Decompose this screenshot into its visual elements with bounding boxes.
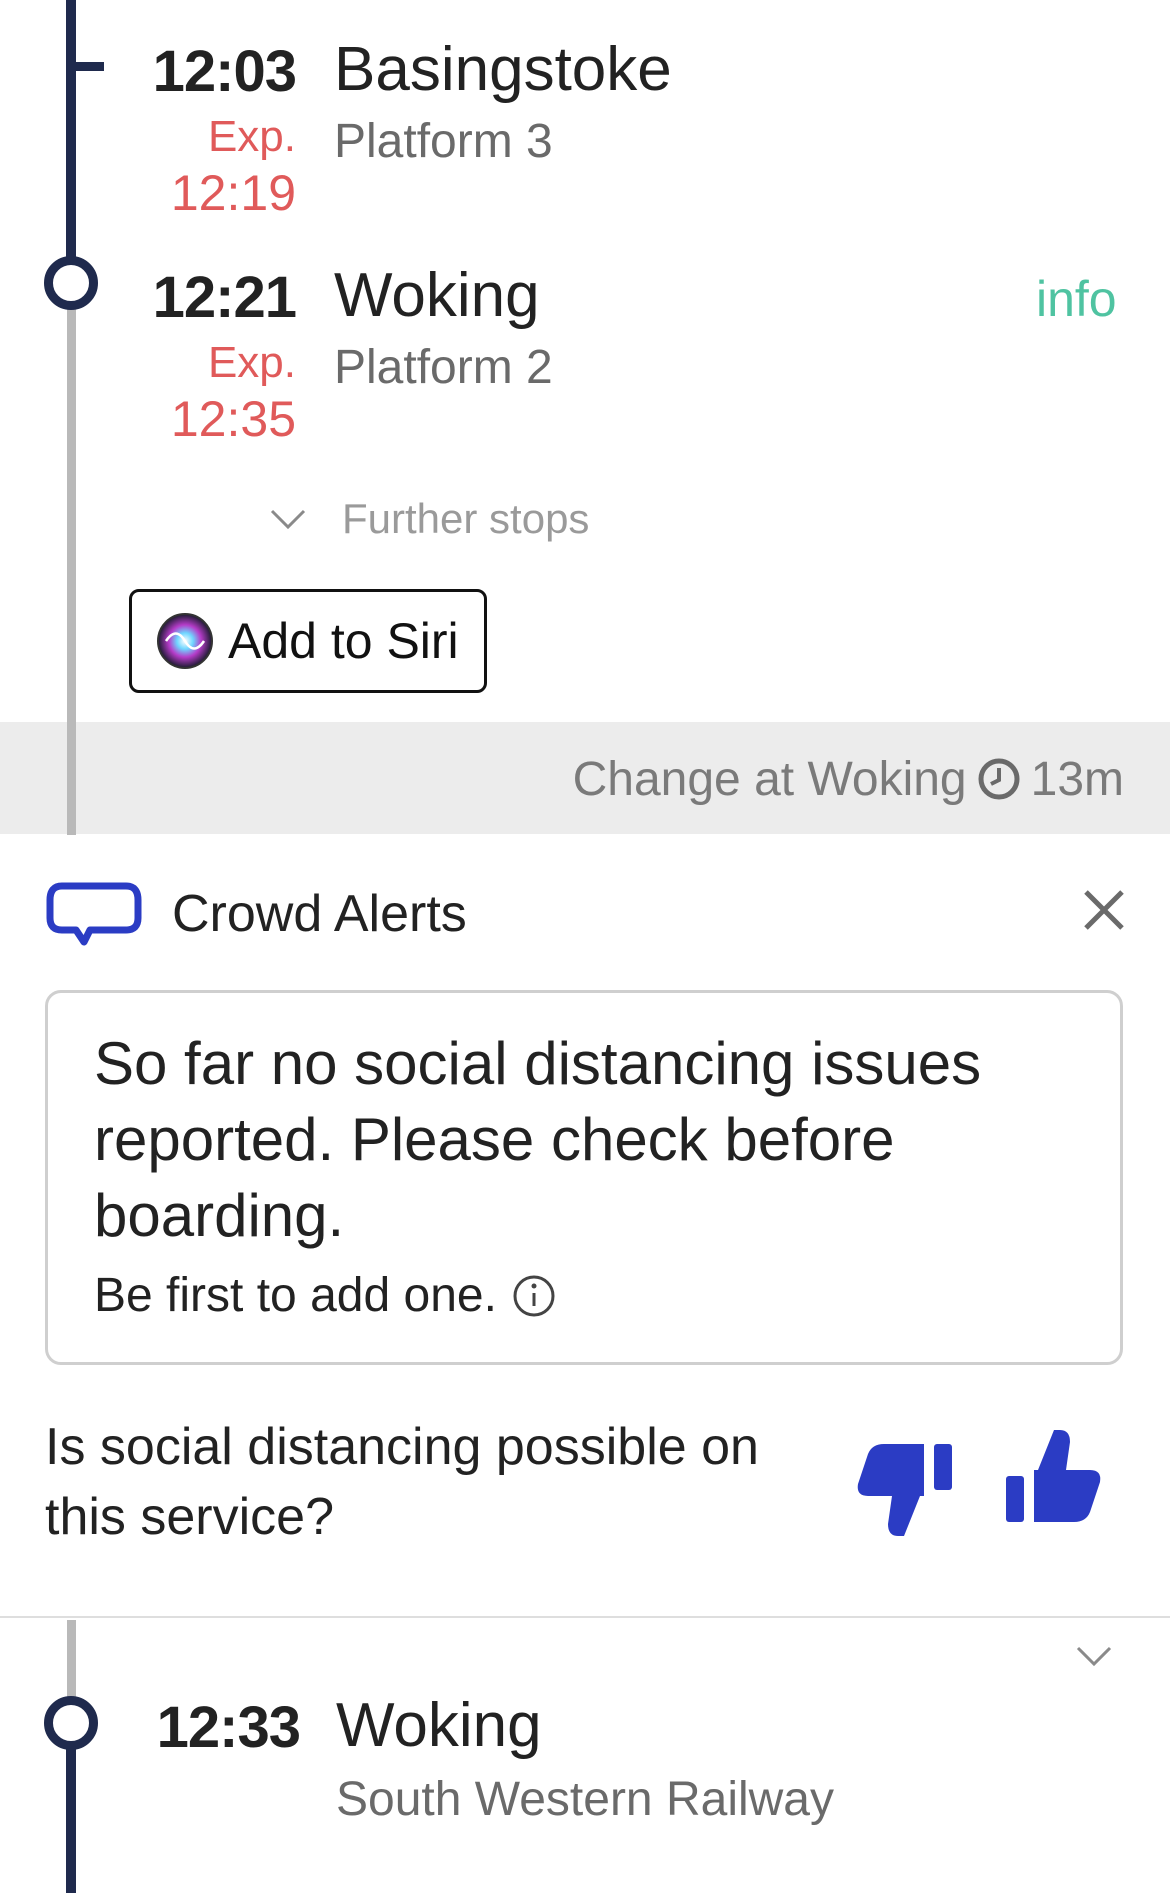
crowd-sub: Be first to add one. (94, 1268, 557, 1323)
further-stops-label: Further stops (342, 495, 590, 542)
route-line-walk (67, 722, 76, 834)
expected-time: 12:19 (170, 165, 296, 221)
leg-time: 12:33 (156, 1695, 301, 1760)
crowd-alerts-title: Crowd Alerts (172, 885, 467, 943)
crowd-message: So far no social distancing issues repor… (94, 1030, 982, 1249)
stop-platform: Platform 2 (334, 341, 553, 394)
leg-operator: South Western Railway (336, 1773, 834, 1826)
section-divider (0, 1616, 1170, 1618)
change-info: Change at Woking 13m (573, 744, 1124, 814)
info-link[interactable]: info (1036, 270, 1117, 328)
stop-time: 12:03 (152, 39, 297, 104)
expected-time: 12:35 (170, 391, 296, 447)
siri-icon (157, 613, 213, 669)
change-text: Change at Woking (572, 752, 967, 806)
route-line-walk (67, 1620, 76, 1700)
add-to-siri-label: Add to Siri (228, 613, 459, 669)
chevron-down-icon (270, 509, 306, 530)
stop-platform: Platform 3 (334, 115, 553, 168)
stop-station: Basingstoke (334, 35, 672, 104)
further-stops-toggle[interactable]: Further stops (268, 494, 589, 544)
expected-label: Exp. (207, 338, 296, 387)
thumbs-up-icon[interactable] (1002, 1424, 1112, 1534)
thumbs-down-icon[interactable] (850, 1432, 960, 1542)
info-icon[interactable] (511, 1273, 557, 1319)
leg-station: Woking (336, 1691, 542, 1760)
add-to-siri-button[interactable]: Add to Siri (129, 589, 487, 693)
crowd-sub-text: Be first to add one. (94, 1269, 497, 1322)
expected-label: Exp. (207, 112, 296, 161)
chat-bubble-icon (46, 882, 142, 946)
chevron-down-icon[interactable] (1074, 1644, 1114, 1668)
social-distancing-question: Is social distancing possible on this se… (45, 1418, 759, 1546)
change-duration: 13m (1030, 752, 1124, 806)
close-icon[interactable] (1082, 888, 1126, 932)
stop-station: Woking (334, 261, 540, 330)
clock-icon (978, 758, 1020, 800)
stop-time: 12:21 (152, 265, 297, 330)
